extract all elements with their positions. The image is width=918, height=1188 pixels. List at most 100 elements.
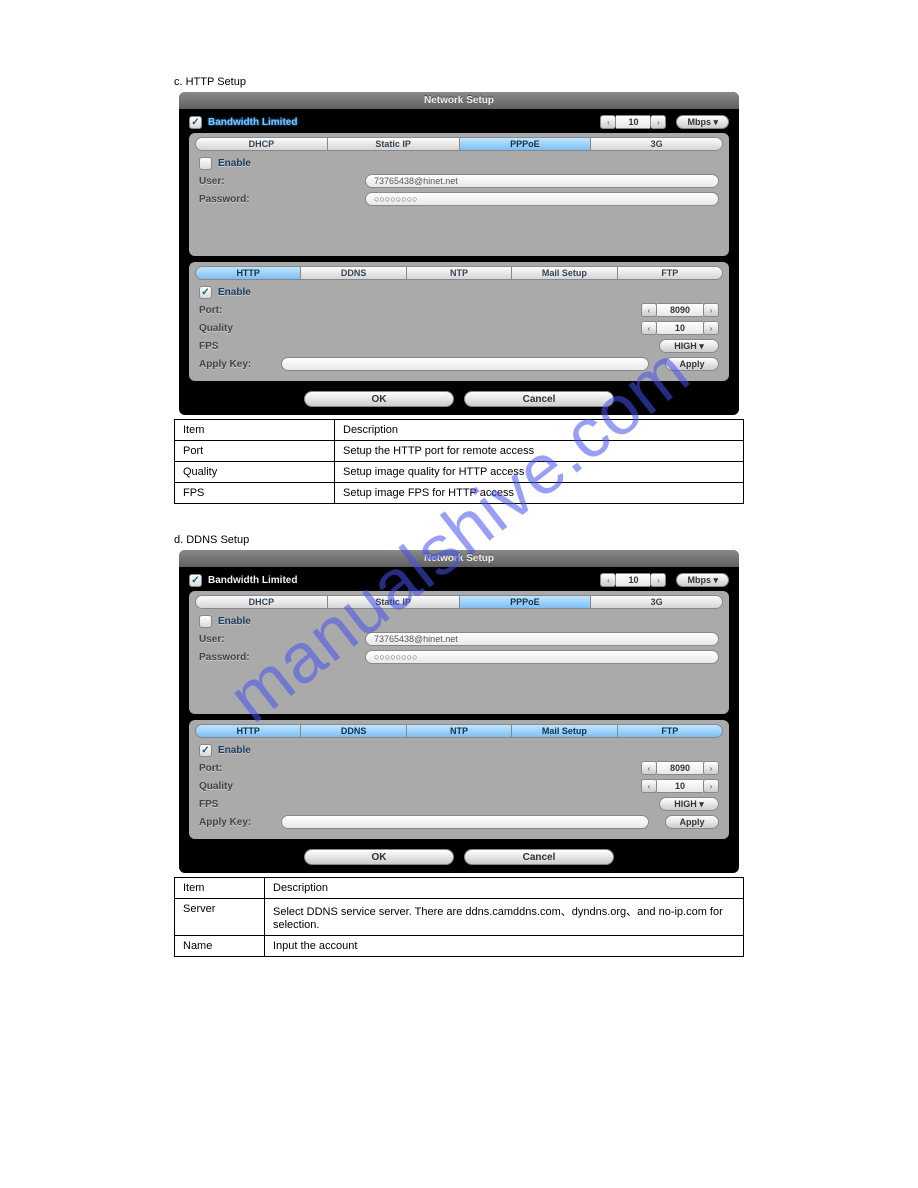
apply-button[interactable]: Apply (665, 357, 719, 371)
table-cell: Setup the HTTP port for remote access (335, 441, 744, 462)
apply-key-label: Apply Key: (199, 359, 269, 370)
chevron-right-icon[interactable]: › (703, 761, 719, 775)
password-input[interactable]: ○○○○○○○○ (365, 192, 719, 206)
bandwidth-unit-select[interactable]: Mbps ▾ (676, 115, 729, 129)
table-cell: Setup image quality for HTTP access (335, 462, 744, 483)
password-input[interactable]: ○○○○○○○○ (365, 650, 719, 664)
bandwidth-value: 10 (616, 573, 650, 587)
table-cell: Quality (175, 462, 335, 483)
ok-button[interactable]: OK (304, 391, 454, 407)
tab-http[interactable]: HTTP (195, 266, 301, 280)
dialog-title: Network Setup (179, 92, 739, 109)
fps-select[interactable]: HIGH ▾ (659, 339, 719, 353)
services-tabs: HTTP DDNS NTP Mail Setup FTP (195, 266, 723, 280)
bandwidth-label: Bandwidth Limited (208, 117, 297, 128)
bandwidth-checkbox[interactable]: ✓ (189, 574, 202, 587)
chevron-down-icon: ▾ (699, 341, 704, 352)
table-cell: FPS (175, 483, 335, 504)
table-header: Description (265, 878, 744, 899)
table-cell: Server (175, 899, 265, 936)
cancel-button[interactable]: Cancel (464, 849, 614, 865)
tab-ftp[interactable]: FTP (618, 724, 723, 738)
user-label: User: (199, 634, 359, 645)
network-setup-dialog-http: Network Setup ✓ Bandwidth Limited ‹ 10 ›… (179, 92, 739, 415)
bandwidth-label: Bandwidth Limited (208, 575, 297, 586)
tab-ddns[interactable]: DDNS (301, 724, 406, 738)
quality-stepper[interactable]: ‹ 10 › (641, 779, 719, 793)
chevron-left-icon[interactable]: ‹ (641, 761, 657, 775)
ok-button[interactable]: OK (304, 849, 454, 865)
quality-stepper[interactable]: ‹ 10 › (641, 321, 719, 335)
tab-3g[interactable]: 3G (591, 137, 723, 151)
apply-key-label: Apply Key: (199, 817, 269, 828)
bandwidth-unit-select[interactable]: Mbps ▾ (676, 573, 729, 587)
user-input[interactable]: 73765438@hinet.net (365, 174, 719, 188)
bandwidth-stepper[interactable]: ‹ 10 › (600, 115, 666, 129)
apply-button[interactable]: Apply (665, 815, 719, 829)
table-header: Description (335, 420, 744, 441)
quality-value: 10 (657, 321, 703, 335)
port-value: 8090 (657, 761, 703, 775)
tab-ftp[interactable]: FTP (618, 266, 723, 280)
tab-ddns[interactable]: DDNS (301, 266, 406, 280)
ddns-enable-label: Enable (218, 745, 251, 756)
table-header: Item (175, 420, 335, 441)
table-header: Item (175, 878, 265, 899)
chevron-down-icon: ▾ (713, 117, 718, 128)
pppoe-enable-checkbox[interactable]: ✓ (199, 615, 212, 628)
chevron-left-icon[interactable]: ‹ (600, 573, 616, 587)
chevron-left-icon[interactable]: ‹ (641, 303, 657, 317)
chevron-right-icon[interactable]: › (703, 779, 719, 793)
port-stepper[interactable]: ‹ 8090 › (641, 761, 719, 775)
pppoe-enable-checkbox[interactable]: ✓ (199, 157, 212, 170)
port-value: 8090 (657, 303, 703, 317)
chevron-down-icon: ▾ (699, 799, 704, 810)
chevron-down-icon: ▾ (713, 575, 718, 586)
tab-ntp[interactable]: NTP (407, 266, 512, 280)
http-enable-checkbox[interactable]: ✓ (199, 286, 212, 299)
table-cell: Name (175, 936, 265, 957)
password-label: Password: (199, 652, 359, 663)
apply-key-input[interactable] (281, 815, 649, 829)
tab-static-ip[interactable]: Static IP (328, 595, 460, 609)
tab-http[interactable]: HTTP (195, 724, 301, 738)
fps-select[interactable]: HIGH ▾ (659, 797, 719, 811)
connection-tabs: DHCP Static IP PPPoE 3G (195, 595, 723, 609)
dialog-title: Network Setup (179, 550, 739, 567)
ddns-enable-checkbox[interactable]: ✓ (199, 744, 212, 757)
tab-mail-setup[interactable]: Mail Setup (512, 724, 617, 738)
chevron-left-icon[interactable]: ‹ (641, 779, 657, 793)
port-label: Port: (199, 763, 269, 774)
apply-key-input[interactable] (281, 357, 649, 371)
quality-label: Quality (199, 323, 269, 334)
table-cell: Select DDNS service server. There are dd… (265, 899, 744, 936)
tab-static-ip[interactable]: Static IP (328, 137, 460, 151)
ddns-section-heading: d. DDNS Setup (174, 534, 744, 546)
chevron-left-icon[interactable]: ‹ (600, 115, 616, 129)
chevron-right-icon[interactable]: › (703, 321, 719, 335)
chevron-right-icon[interactable]: › (703, 303, 719, 317)
chevron-right-icon[interactable]: › (650, 573, 666, 587)
tab-dhcp[interactable]: DHCP (195, 595, 328, 609)
chevron-right-icon[interactable]: › (650, 115, 666, 129)
fps-label: FPS (199, 799, 269, 810)
tab-3g[interactable]: 3G (591, 595, 723, 609)
port-stepper[interactable]: ‹ 8090 › (641, 303, 719, 317)
bandwidth-checkbox[interactable]: ✓ (189, 116, 202, 129)
port-label: Port: (199, 305, 269, 316)
tab-mail-setup[interactable]: Mail Setup (512, 266, 617, 280)
tab-pppoe[interactable]: PPPoE (460, 595, 592, 609)
cancel-button[interactable]: Cancel (464, 391, 614, 407)
chevron-left-icon[interactable]: ‹ (641, 321, 657, 335)
services-panel: HTTP DDNS NTP Mail Setup FTP ✓ Enable Po… (189, 720, 729, 839)
http-section-heading: c. HTTP Setup (174, 76, 744, 88)
connection-tabs: DHCP Static IP PPPoE 3G (195, 137, 723, 151)
user-input[interactable]: 73765438@hinet.net (365, 632, 719, 646)
table-cell: Setup image FPS for HTTP access (335, 483, 744, 504)
table-cell: Port (175, 441, 335, 462)
tab-pppoe[interactable]: PPPoE (460, 137, 592, 151)
quality-label: Quality (199, 781, 269, 792)
tab-dhcp[interactable]: DHCP (195, 137, 328, 151)
bandwidth-stepper[interactable]: ‹ 10 › (600, 573, 666, 587)
tab-ntp[interactable]: NTP (407, 724, 512, 738)
